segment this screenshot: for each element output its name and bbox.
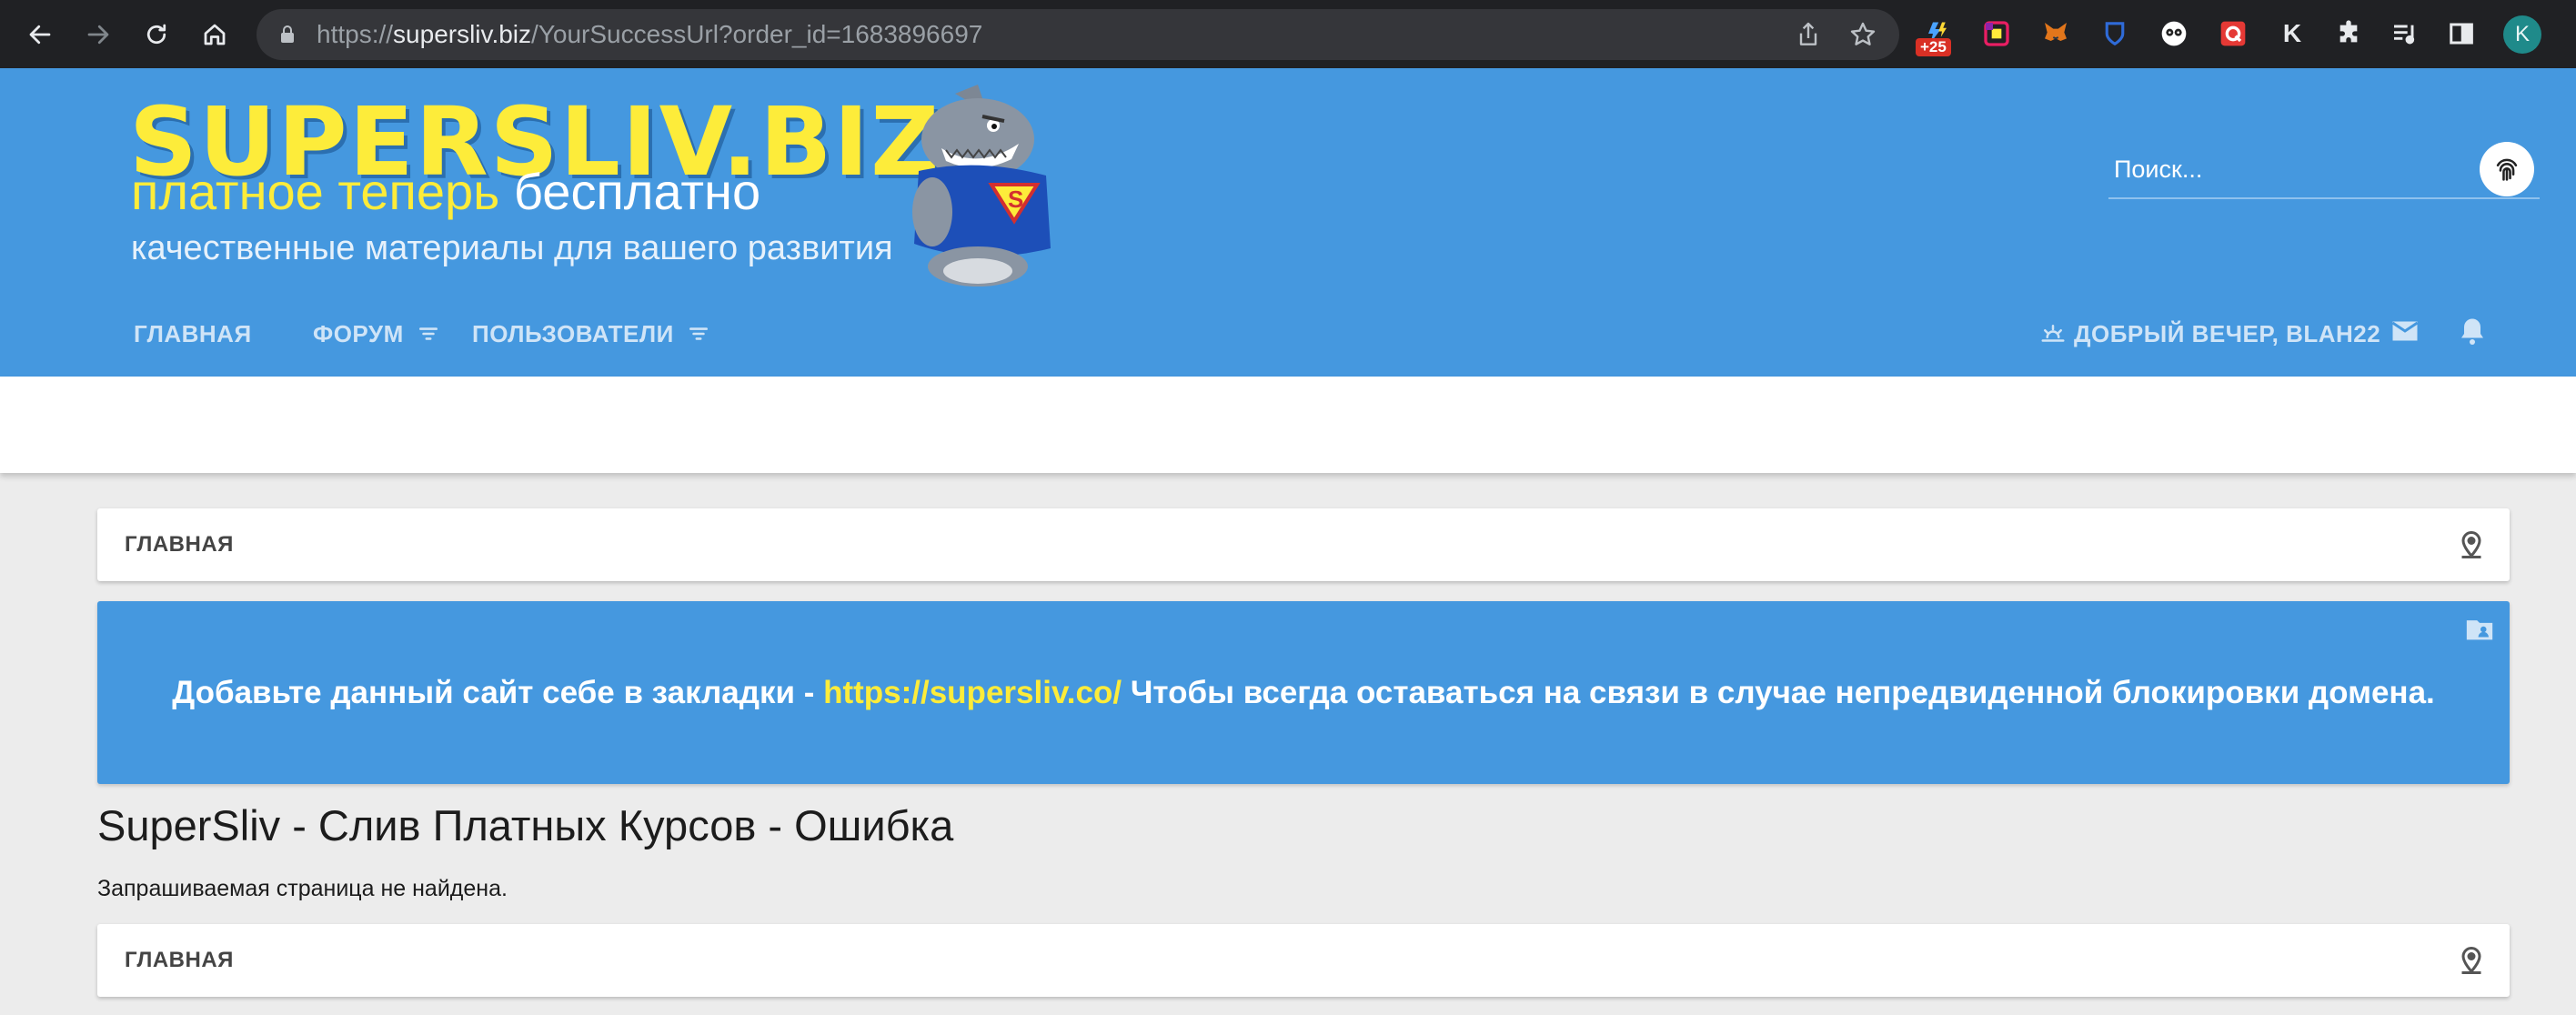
lock-icon xyxy=(281,25,294,43)
k-extension-icon[interactable]: K xyxy=(2274,15,2310,52)
filter-icon xyxy=(689,327,708,340)
metamask-fox-icon[interactable] xyxy=(2038,15,2074,52)
fingerprint-icon xyxy=(2496,158,2518,181)
url-host: supersliv.biz xyxy=(393,20,532,48)
red-q-extension-icon[interactable] xyxy=(2215,15,2251,52)
tagline-yellow: платное теперь xyxy=(131,163,500,220)
page-title: SuperSliv - Слив Платных Курсов - Ошибка xyxy=(97,801,954,849)
nav-users-label: ПОЛЬЗОВАТЕЛИ xyxy=(472,320,674,347)
home-icon xyxy=(204,24,226,45)
nav-forum[interactable]: ФОРУМ xyxy=(313,316,440,352)
sidepanel-icon[interactable] xyxy=(2443,15,2480,52)
breadcrumb-home-link[interactable]: ГЛАВНАЯ xyxy=(125,924,234,997)
forward-button[interactable] xyxy=(78,15,118,55)
bookmark-star-icon[interactable] xyxy=(1848,20,1877,49)
reload-icon xyxy=(146,24,166,45)
filter-icon xyxy=(418,327,438,340)
nav-home-label: ГЛАВНАЯ xyxy=(134,320,252,347)
reload-button[interactable] xyxy=(136,15,176,55)
error-message: Запрашиваемая страница не найдена. xyxy=(97,876,508,901)
shark-mascot-image: S xyxy=(912,85,1051,286)
site-header: SUPERSLIV.BIZ платное теперь бесплатно к… xyxy=(0,68,2576,377)
color-picker-extension-icon[interactable] xyxy=(1978,15,2015,52)
owl-extension-icon[interactable] xyxy=(2156,15,2192,52)
home-button[interactable] xyxy=(195,15,235,55)
mail-icon[interactable] xyxy=(2389,315,2421,347)
address-bar[interactable]: https://supersliv.biz/YourSuccessUrl?ord… xyxy=(257,9,1899,60)
tagline-white: бесплатно xyxy=(513,163,761,220)
k-extension-label: K xyxy=(2282,19,2302,47)
profile-avatar[interactable]: K xyxy=(2503,15,2541,54)
nav-forum-label: ФОРУМ xyxy=(313,320,404,347)
nav-home[interactable]: ГЛАВНАЯ xyxy=(134,316,252,352)
bitwarden-shield-icon[interactable] xyxy=(2097,15,2133,52)
extension-badge: +25 xyxy=(1916,38,1951,56)
user-greeting[interactable]: ДОБРЫЙ ВЕЧЕР, BLAH22 xyxy=(2039,316,2380,352)
url-scheme: https:// xyxy=(317,20,394,48)
url-path: /YourSuccessUrl?order_id=1683896697 xyxy=(531,20,983,48)
back-button[interactable] xyxy=(20,15,60,55)
notice-link[interactable]: https://supersliv.co/ xyxy=(823,675,1122,710)
url-text[interactable]: https://supersliv.biz/YourSuccessUrl?ord… xyxy=(317,9,982,60)
puzzle-icon[interactable] xyxy=(2330,15,2367,52)
bookmark-notice-banner: Добавьте данный сайт себе в закладки - h… xyxy=(97,601,2510,784)
svg-text:S: S xyxy=(1008,186,1023,213)
location-pin-icon[interactable] xyxy=(2455,944,2488,977)
sunset-icon xyxy=(2041,325,2065,342)
playlist-icon[interactable] xyxy=(2387,15,2423,52)
search-input[interactable] xyxy=(2108,146,2498,192)
arrow-left-icon xyxy=(29,25,51,45)
site-subtagline: качественные материалы для вашего развит… xyxy=(131,229,893,267)
notice-text-after: Чтобы всегда оставаться на связи в случа… xyxy=(1122,675,2435,710)
nav-users[interactable]: ПОЛЬЗОВАТЕЛИ xyxy=(472,316,710,352)
breadcrumb: ГЛАВНАЯ xyxy=(97,508,2510,581)
search-field xyxy=(2108,146,2540,199)
notice-text: Добавьте данный сайт себе в закладки - h… xyxy=(97,601,2510,784)
notice-text-before: Добавьте данный сайт себе в закладки - xyxy=(172,675,824,710)
arrow-right-icon xyxy=(87,25,109,45)
bell-icon[interactable] xyxy=(2456,315,2489,347)
location-pin-icon[interactable] xyxy=(2455,528,2488,561)
breadcrumb-home-link[interactable]: ГЛАВНАЯ xyxy=(125,508,234,581)
header-spacer-band xyxy=(0,377,2576,473)
share-icon[interactable] xyxy=(1794,20,1823,49)
site-tagline: платное теперь бесплатно xyxy=(131,162,760,221)
folder-user-icon[interactable] xyxy=(2464,614,2495,645)
browser-toolbar: https://supersliv.biz/YourSuccessUrl?ord… xyxy=(0,0,2576,69)
greeting-label: ДОБРЫЙ ВЕЧЕР, BLAH22 xyxy=(2074,320,2381,347)
search-button[interactable] xyxy=(2480,142,2534,196)
breadcrumb-bottom: ГЛАВНАЯ xyxy=(97,924,2510,997)
